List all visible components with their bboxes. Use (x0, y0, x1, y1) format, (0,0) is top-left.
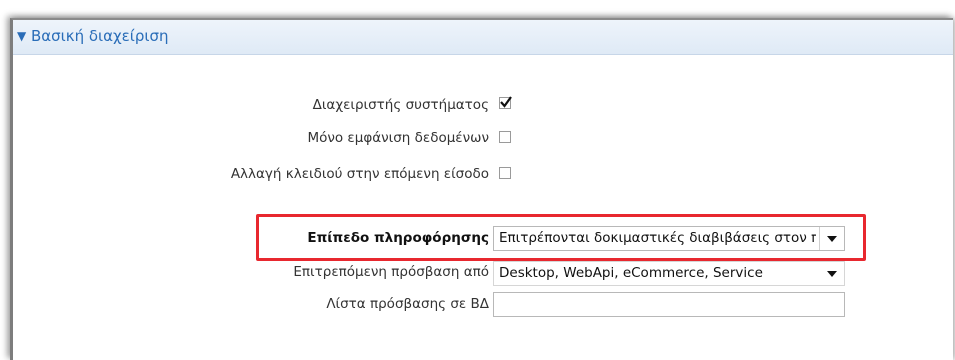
info-level-value: Επιτρέπονται δοκιμαστικές διαβιβάσεις στ… (499, 230, 816, 246)
chevron-down-icon (827, 271, 837, 277)
checkmark-icon (500, 96, 512, 108)
read-only-label: Μόνο εμφάνιση δεδομένων (307, 130, 489, 146)
section-title: Βασική διαχείριση (31, 27, 169, 45)
allowed-access-label: Επιτρεπόμενη πρόσβαση από (293, 264, 489, 280)
db-access-list-input[interactable] (493, 292, 845, 317)
system-admin-checkbox[interactable] (499, 96, 512, 109)
allowed-access-select[interactable]: Desktop, WebApi, eCommerce, Service (493, 261, 845, 286)
allowed-access-dropdown-button[interactable] (820, 262, 844, 285)
section-header[interactable]: ▼ Βασική διαχείριση (13, 20, 953, 55)
read-only-checkbox[interactable] (499, 131, 511, 143)
db-access-list-label: Λίστα πρόσβασης σε ΒΔ (326, 296, 489, 312)
change-password-label: Αλλαγή κλειδιού στην επόμενη είσοδο (230, 166, 489, 182)
info-level-select[interactable]: Επιτρέπονται δοκιμαστικές διαβιβάσεις στ… (493, 226, 845, 251)
allowed-access-value: Desktop, WebApi, eCommerce, Service (499, 265, 763, 281)
triangle-down-icon[interactable]: ▼ (17, 29, 26, 43)
info-level-dropdown-button[interactable] (819, 227, 844, 250)
system-admin-label: Διαχειριστής συστήματος (312, 97, 489, 113)
chevron-down-icon (827, 236, 837, 242)
change-password-checkbox[interactable] (499, 167, 511, 179)
info-level-label: Επίπεδο πληροφόρησης (307, 230, 489, 246)
